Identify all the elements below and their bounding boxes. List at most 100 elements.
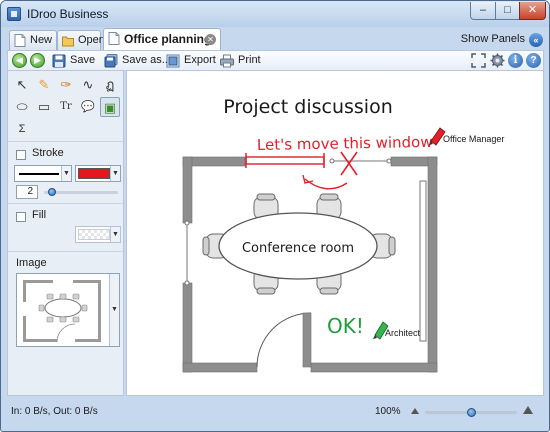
line-style-preview: [19, 173, 59, 175]
stroke-color-swatch: [78, 168, 110, 179]
export-button[interactable]: Export: [166, 52, 216, 70]
pencil-tool-icon[interactable]: ✎: [34, 75, 54, 95]
text-tool-icon[interactable]: Tr: [56, 97, 76, 117]
print-button[interactable]: Print: [220, 52, 261, 70]
info-glyph: i: [513, 55, 518, 66]
annotation-green-text: OK!: [327, 314, 364, 338]
minimize-button[interactable]: –: [470, 2, 496, 20]
print-label: Print: [238, 54, 261, 66]
save-as-button[interactable]: Save as...: [104, 52, 171, 70]
annotation-red-text: Let's move this window: [257, 133, 433, 154]
save-label: Save: [70, 54, 96, 66]
fill-color-select[interactable]: ▼: [75, 226, 121, 243]
maximize-button[interactable]: □: [495, 2, 520, 20]
close-button[interactable]: ✕: [519, 2, 546, 20]
save-button[interactable]: Save: [52, 52, 95, 70]
wall-left-lower: [182, 282, 193, 373]
rectangle-tool-icon[interactable]: ▭: [34, 97, 54, 117]
cross-mark: [340, 151, 358, 176]
new-document-icon: [14, 34, 26, 47]
window-title: IDroo Business: [27, 7, 109, 21]
curve-tool-icon[interactable]: ∿: [78, 75, 98, 95]
title-bar[interactable]: IDroo Business – □ ✕: [1, 1, 549, 27]
tab-close-icon[interactable]: ✕: [205, 34, 216, 45]
properties-panel: ↖ ✎ ✑ ∿ ฏ ⬭ ▭ Tr 💬 ▣ Σ Stroke ▼ ▼ 2 Fill…: [7, 70, 124, 396]
tab-open[interactable]: Open: [57, 30, 105, 50]
ellipse-tool-icon[interactable]: ⬭: [12, 97, 32, 117]
conference-table[interactable]: Conference room: [202, 193, 396, 295]
office-manager-label: Office Manager: [443, 134, 504, 144]
fill-checkbox[interactable]: [16, 212, 26, 222]
image-tool-icon[interactable]: ▣: [100, 97, 120, 117]
slider-thumb[interactable]: [467, 408, 476, 417]
zoom-slider[interactable]: [425, 408, 517, 417]
room-label: Conference room: [242, 241, 354, 256]
highlighted-window: [245, 156, 325, 165]
zoom-in-icon[interactable]: [523, 406, 533, 414]
floor-plan-thumbnail: [23, 280, 101, 343]
stroke-color-select[interactable]: ▼: [75, 165, 121, 182]
chevron-down-icon: ▼: [109, 274, 119, 346]
wall-bottom-left: [182, 362, 258, 373]
wall-bottom-right: [310, 362, 438, 373]
wall-right: [427, 156, 438, 373]
window-top-end: [386, 158, 392, 164]
show-panels-label: Show Panels: [460, 33, 525, 45]
tab-label: Office planning: [124, 32, 212, 46]
wall-left-upper: [182, 156, 193, 224]
line-style-select[interactable]: ▼: [14, 165, 72, 182]
save-as-label: Save as...: [122, 54, 171, 66]
formula-tool-icon[interactable]: Σ: [12, 119, 32, 139]
spiral-tool-icon[interactable]: ฏ: [100, 75, 120, 95]
tab-office-planning[interactable]: Office planning ✕: [103, 28, 221, 50]
show-panels-button[interactable]: Show Panels «: [461, 31, 543, 49]
chevron-down-icon: ▼: [61, 166, 71, 181]
stroke-checkbox[interactable]: [16, 150, 26, 160]
board-title[interactable]: Project discussion: [223, 96, 393, 118]
image-section: Image ▼: [8, 251, 123, 395]
stroke-label: Stroke: [32, 147, 64, 159]
toolbar: ◀ ▶ Save Save as... Export Print i ?: [7, 50, 544, 70]
fill-section: Fill ▼: [8, 203, 123, 249]
window-left-end: [184, 220, 190, 226]
fill-label: Fill: [32, 209, 47, 221]
stroke-width-input[interactable]: 2: [16, 185, 38, 199]
status-bar: In: 0 B/s, Out: 0 B/s 100%: [7, 402, 544, 422]
export-icon: [166, 54, 180, 68]
slider-thumb[interactable]: [48, 188, 56, 196]
tab-new[interactable]: New: [9, 30, 57, 50]
highlighter-tool-icon[interactable]: ✑: [56, 75, 76, 95]
chevron-down-icon: ▼: [110, 166, 120, 181]
architect-label: Architect: [385, 328, 421, 338]
tab-strip: New Open Office planning ✕ Show Panels «: [7, 28, 543, 50]
gear-icon[interactable]: [490, 53, 505, 68]
tab-label: New: [30, 34, 53, 46]
callout-tool-icon[interactable]: 💬: [78, 97, 98, 117]
window-top-end: [329, 158, 335, 164]
whiteboard-canvas[interactable]: Project discussion Conference room Let's…: [126, 70, 544, 396]
fullscreen-icon[interactable]: [471, 53, 486, 68]
back-button[interactable]: ◀: [12, 53, 27, 68]
move-arrow: [304, 178, 348, 190]
window-right: [419, 180, 427, 342]
zoom-level: 100%: [375, 406, 401, 417]
collapse-arrows-icon: «: [529, 33, 543, 47]
forward-button[interactable]: ▶: [30, 53, 45, 68]
zoom-out-icon[interactable]: [411, 408, 419, 414]
red-annotation[interactable]: Let's move this window Office Manager: [245, 127, 504, 190]
folder-open-icon: [62, 36, 74, 47]
green-annotation[interactable]: OK! Architect: [327, 314, 421, 340]
image-preview-select[interactable]: ▼: [16, 273, 120, 347]
select-tool-icon[interactable]: ↖: [12, 75, 32, 95]
help-icon[interactable]: ?: [526, 53, 541, 68]
document-icon: [108, 32, 120, 45]
wall-top-left: [182, 156, 246, 167]
whiteboard-drawing: Project discussion Conference room Let's…: [182, 96, 504, 373]
stroke-width-slider[interactable]: [44, 188, 118, 196]
floppy-disk-icon: [52, 54, 66, 68]
info-icon[interactable]: i: [508, 53, 523, 68]
window-left-end: [184, 280, 190, 286]
printer-icon: [220, 54, 234, 68]
app-window: IDroo Business – □ ✕ New Open Office pla…: [0, 0, 550, 432]
help-glyph: ?: [530, 55, 537, 66]
